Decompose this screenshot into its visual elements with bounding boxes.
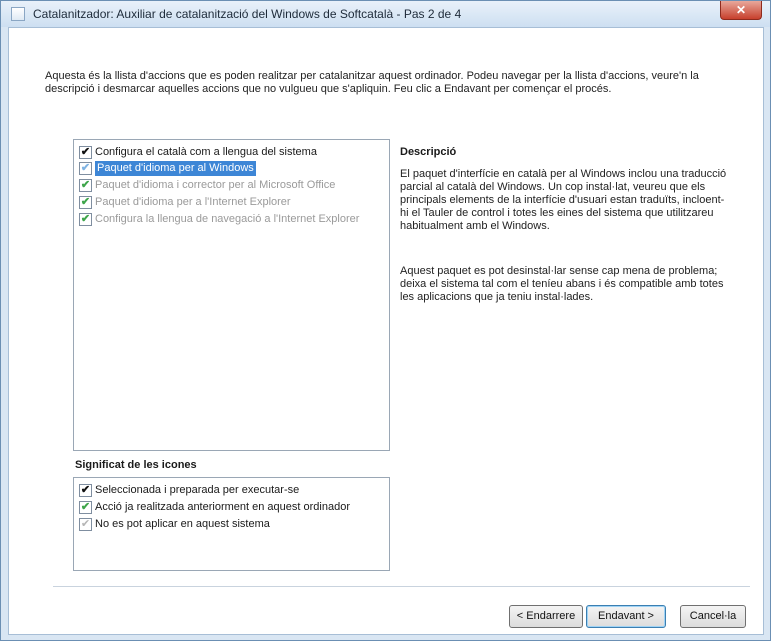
intro-text: Aquesta és la llista d'accions que es po… [45, 70, 699, 95]
check-icon: ✔ [79, 179, 92, 192]
description-title: Descripció [400, 146, 457, 158]
check-icon: ✔ [79, 213, 92, 226]
check-icon: ✔ [79, 518, 92, 531]
description-paragraph-1: El paquet d'interfície en català per al … [400, 168, 727, 232]
check-icon: ✔ [79, 484, 92, 497]
actions-list[interactable]: ✔ Configura el català com a llengua del … [73, 139, 390, 451]
legend-title: Significat de les icones [75, 459, 197, 471]
action-label-selected: Paquet d'idioma per al Windows [95, 161, 256, 176]
back-button[interactable]: < Endarrere [509, 605, 583, 628]
description-paragraph-2: Aquest paquet es pot desinstal·lar sense… [400, 265, 724, 303]
window-title: Catalanitzador: Auxiliar de catalanitzac… [33, 7, 462, 21]
check-icon: ✔ [79, 196, 92, 209]
close-icon[interactable]: ✕ [720, 1, 762, 20]
next-button[interactable]: Endavant > [586, 605, 666, 628]
action-label: Configura la llengua de navegació a l'In… [95, 213, 360, 225]
legend-label: Seleccionada i preparada per executar-se [95, 484, 300, 496]
cancel-button[interactable]: Cancel·la [680, 605, 746, 628]
legend-list: ✔ Seleccionada i preparada per executar-… [73, 477, 390, 571]
action-label: Configura el català com a llengua del si… [95, 146, 317, 158]
check-icon[interactable]: ✔ [79, 162, 92, 175]
title-bar[interactable]: Catalanitzador: Auxiliar de catalanitzac… [1, 1, 770, 27]
app-icon [11, 7, 25, 21]
action-label: Paquet d'idioma i corrector per al Micro… [95, 179, 336, 191]
legend-label: No es pot aplicar en aquest sistema [95, 518, 270, 530]
action-label: Paquet d'idioma per a l'Internet Explore… [95, 196, 291, 208]
legend-label: Acció ja realitzada anteriorment en aque… [95, 501, 350, 513]
check-icon: ✔ [79, 501, 92, 514]
separator [53, 586, 750, 587]
check-icon[interactable]: ✔ [79, 146, 92, 159]
